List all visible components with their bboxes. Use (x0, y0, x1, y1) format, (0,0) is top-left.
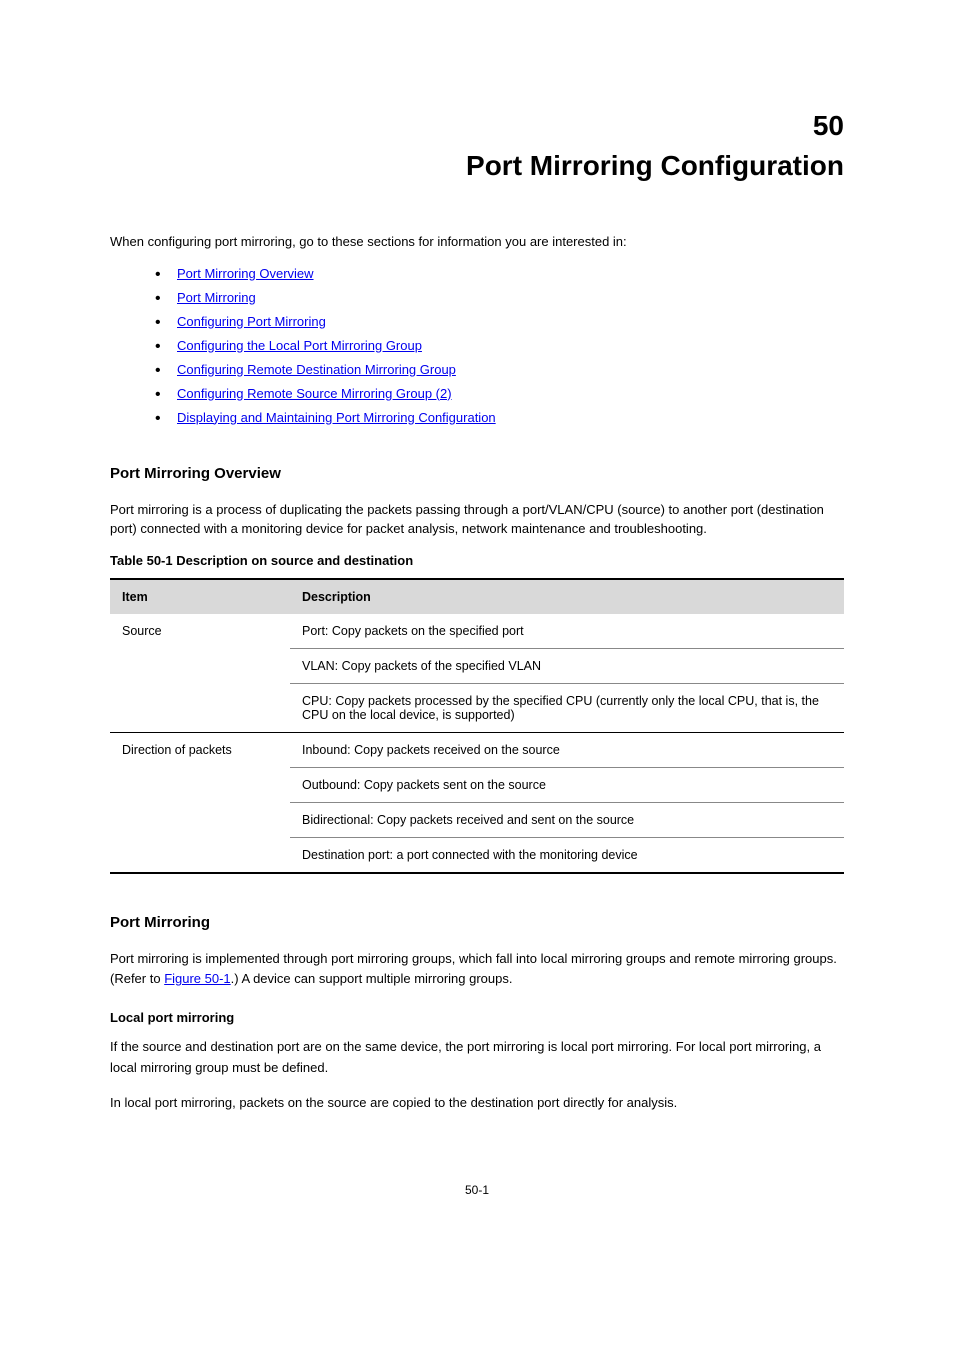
table-group-source: Source (110, 614, 290, 733)
para-local-1: If the source and destination port are o… (110, 1037, 844, 1079)
table-cell: Outbound: Copy packets sent on the sourc… (290, 767, 844, 802)
list-item: Configuring the Local Port Mirroring Gro… (155, 338, 844, 353)
chapter-title: Port Mirroring Configuration (110, 150, 844, 182)
section-overview-text: Port mirroring is a process of duplicati… (110, 500, 844, 539)
link-configuring[interactable]: Configuring Port Mirroring (177, 314, 326, 329)
page-number: 50-1 (110, 1183, 844, 1197)
source-destination-table: Item Description Source Port: Copy packe… (110, 578, 844, 874)
link-figure-50-1[interactable]: Figure 50-1 (164, 971, 230, 986)
table-header-item: Item (110, 579, 290, 614)
table-group-direction: Direction of packets (110, 732, 290, 873)
table-cell: Port: Copy packets on the specified port (290, 614, 844, 649)
para-implementation: Port mirroring is implemented through po… (110, 949, 844, 991)
intro-text: When configuring port mirroring, go to t… (110, 232, 844, 252)
table-cell: CPU: Copy packets processed by the speci… (290, 683, 844, 732)
table-caption: Table 50-1 Description on source and des… (110, 553, 844, 568)
list-item: Port Mirroring (155, 290, 844, 305)
section-overview-title: Port Mirroring Overview (110, 465, 844, 482)
toc-list: Port Mirroring Overview Port Mirroring C… (155, 266, 844, 425)
list-item: Port Mirroring Overview (155, 266, 844, 281)
link-display-maintain[interactable]: Displaying and Maintaining Port Mirrorin… (177, 410, 496, 425)
section-port-mirroring-title: Port Mirroring (110, 914, 844, 931)
list-item: Configuring Remote Source Mirroring Grou… (155, 386, 844, 401)
link-remote-dest[interactable]: Configuring Remote Destination Mirroring… (177, 362, 456, 377)
table-cell: VLAN: Copy packets of the specified VLAN (290, 648, 844, 683)
link-port-mirroring[interactable]: Port Mirroring (177, 290, 256, 305)
list-item: Configuring Port Mirroring (155, 314, 844, 329)
chapter-number: 50 (110, 110, 844, 142)
table-cell: Bidirectional: Copy packets received and… (290, 802, 844, 837)
link-overview[interactable]: Port Mirroring Overview (177, 266, 314, 281)
link-local-group[interactable]: Configuring the Local Port Mirroring Gro… (177, 338, 422, 353)
table-header-description: Description (290, 579, 844, 614)
table-cell: Inbound: Copy packets received on the so… (290, 732, 844, 767)
list-item: Displaying and Maintaining Port Mirrorin… (155, 410, 844, 425)
para-text-suffix: .) A device can support multiple mirrori… (231, 971, 513, 986)
link-remote-source[interactable]: Configuring Remote Source Mirroring Grou… (177, 386, 452, 401)
subsection-local-title: Local port mirroring (110, 1010, 844, 1025)
table-cell: Destination port: a port connected with … (290, 837, 844, 873)
para-local-2: In local port mirroring, packets on the … (110, 1093, 844, 1114)
list-item: Configuring Remote Destination Mirroring… (155, 362, 844, 377)
